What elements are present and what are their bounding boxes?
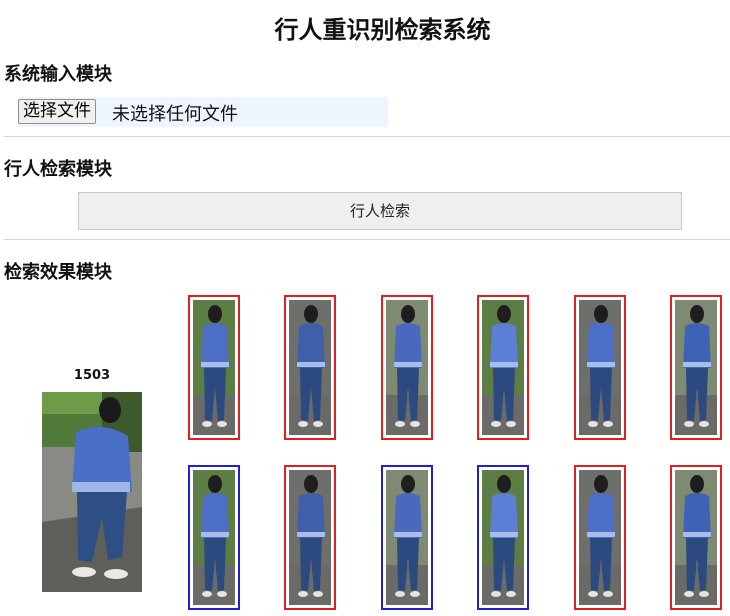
query-id-label: 1503 <box>73 368 111 383</box>
file-input[interactable]: 选择文件 未选择任何文件 <box>18 97 388 127</box>
search-section-heading: 行人检索模块 <box>4 159 112 180</box>
choose-file-button[interactable]: 选择文件 <box>18 99 96 124</box>
query-person-image <box>42 392 142 592</box>
result-thumbnail <box>284 465 336 610</box>
result-thumbnail <box>670 465 722 610</box>
input-section-heading: 系统输入模块 <box>4 64 112 85</box>
result-thumbnail <box>574 465 626 610</box>
result-thumbnail <box>381 465 433 610</box>
result-thumbnail <box>188 295 240 440</box>
result-thumbnail <box>574 295 626 440</box>
results-section-heading: 检索效果模块 <box>4 262 112 283</box>
result-thumbnail <box>188 465 240 610</box>
section-divider <box>4 239 730 240</box>
file-status-text: 未选择任何文件 <box>112 104 238 125</box>
page-title: 行人重识别检索系统 <box>274 16 491 44</box>
result-thumbnail <box>284 295 336 440</box>
result-thumbnail <box>670 295 722 440</box>
section-divider <box>4 136 730 137</box>
result-thumbnail <box>477 465 529 610</box>
result-thumbnail <box>477 295 529 440</box>
person-search-button[interactable]: 行人检索 <box>78 192 682 230</box>
result-thumbnail <box>381 295 433 440</box>
